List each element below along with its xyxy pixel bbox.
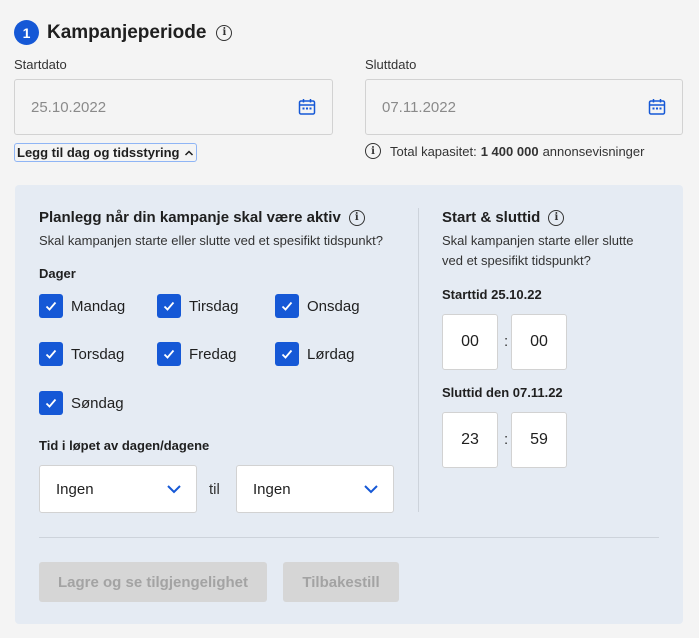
capacity-label: Total kapasitet:: [390, 143, 477, 159]
day-checkbox-wednesday[interactable]: Onsdag: [275, 294, 360, 318]
checkbox-checked[interactable]: [157, 294, 181, 318]
capacity-unit: annonsevisninger: [542, 143, 645, 159]
checkbox-checked[interactable]: [157, 342, 181, 366]
time-from-value: Ingen: [56, 480, 94, 498]
info-icon[interactable]: i: [348, 209, 365, 226]
step-badge: 1: [14, 20, 39, 45]
day-checkbox-thursday[interactable]: Torsdag: [39, 342, 124, 366]
check-icon: [45, 398, 57, 408]
end-minute-input[interactable]: 59: [511, 412, 567, 468]
info-icon[interactable]: i: [548, 209, 565, 226]
capacity-value: 1 400 000: [480, 143, 539, 159]
start-date-input[interactable]: 25.10.2022: [14, 79, 333, 135]
day-checkbox-monday[interactable]: Mandag: [39, 294, 125, 318]
start-end-title-row: Start & sluttid i: [442, 209, 565, 226]
time-from-select[interactable]: Ingen: [39, 465, 197, 513]
calendar-icon[interactable]: [648, 98, 666, 116]
horizontal-divider: [39, 537, 659, 538]
end-hour-input[interactable]: 23: [442, 412, 498, 468]
section-header: 1 Kampanjeperiode i: [14, 20, 233, 45]
toggle-time-control-label: Legg til dag og tidsstyring: [17, 145, 180, 160]
day-label: Torsdag: [71, 345, 125, 363]
end-date-value: 07.11.2022: [382, 98, 456, 116]
start-end-description-line2: ved et spesifikt tidspunkt?: [442, 253, 591, 268]
check-icon: [281, 349, 293, 359]
end-date-input[interactable]: 07.11.2022: [365, 79, 683, 135]
schedule-title: Planlegg når din kampanje skal være akti…: [39, 209, 341, 226]
day-checkbox-tuesday[interactable]: Tirsdag: [157, 294, 238, 318]
vertical-divider: [418, 208, 419, 512]
to-word: til: [209, 481, 220, 498]
start-end-description-line1: Skal kampanjen starte eller slutte: [442, 233, 634, 248]
day-label: Lørdag: [307, 345, 355, 363]
start-time-label: Starttid 25.10.22: [442, 287, 542, 302]
capacity-info: i Total kapasitet: 1 400 000 annonsevisn…: [365, 143, 644, 159]
chevron-down-icon: [167, 485, 181, 494]
checkbox-checked[interactable]: [275, 294, 299, 318]
chevron-up-icon: [184, 149, 193, 156]
page-title: Kampanjeperiode: [47, 21, 207, 43]
day-checkbox-friday[interactable]: Fredag: [157, 342, 237, 366]
start-hour-input[interactable]: 00: [442, 314, 498, 370]
start-date-label: Startdato: [14, 57, 67, 72]
day-checkbox-saturday[interactable]: Lørdag: [275, 342, 355, 366]
checkbox-checked[interactable]: [39, 391, 63, 415]
day-label: Tirsdag: [189, 297, 239, 315]
save-availability-button[interactable]: Lagre og se tilgjengelighet: [39, 562, 267, 602]
reset-button[interactable]: Tilbakestill: [283, 562, 399, 602]
check-icon: [45, 301, 57, 311]
day-label: Onsdag: [307, 297, 360, 315]
start-end-description: Skal kampanjen starte eller slutte ved e…: [442, 231, 633, 271]
check-icon: [45, 349, 57, 359]
check-icon: [281, 301, 293, 311]
start-end-title: Start & sluttid: [442, 209, 541, 226]
time-separator: :: [504, 333, 509, 350]
start-minute-input[interactable]: 00: [511, 314, 567, 370]
check-icon: [163, 349, 175, 359]
days-label: Dager: [39, 266, 76, 281]
schedule-title-row: Planlegg når din kampanje skal være akti…: [39, 209, 365, 226]
chevron-down-icon: [364, 485, 378, 494]
info-icon[interactable]: i: [365, 143, 381, 159]
day-label: Søndag: [71, 394, 124, 412]
end-date-label: Sluttdato: [365, 57, 417, 72]
time-to-value: Ingen: [253, 480, 291, 498]
check-icon: [163, 301, 175, 311]
start-date-value: 25.10.2022: [31, 98, 107, 116]
schedule-description: Skal kampanjen starte eller slutte ved e…: [39, 233, 383, 248]
info-icon[interactable]: i: [216, 24, 233, 41]
end-time-label: Sluttid den 07.11.22: [442, 385, 563, 400]
time-of-day-label: Tid i løpet av dagen/dagene: [39, 438, 210, 453]
day-label: Mandag: [71, 297, 126, 315]
checkbox-checked[interactable]: [275, 342, 299, 366]
day-label: Fredag: [189, 345, 237, 363]
time-to-select[interactable]: Ingen: [236, 465, 394, 513]
checkbox-checked[interactable]: [39, 294, 63, 318]
day-checkbox-sunday[interactable]: Søndag: [39, 391, 124, 415]
calendar-icon[interactable]: [298, 98, 316, 116]
time-separator: :: [504, 431, 509, 448]
toggle-time-control-link[interactable]: Legg til dag og tidsstyring: [14, 143, 197, 162]
checkbox-checked[interactable]: [39, 342, 63, 366]
time-control-panel: Planlegg når din kampanje skal være akti…: [15, 185, 683, 624]
